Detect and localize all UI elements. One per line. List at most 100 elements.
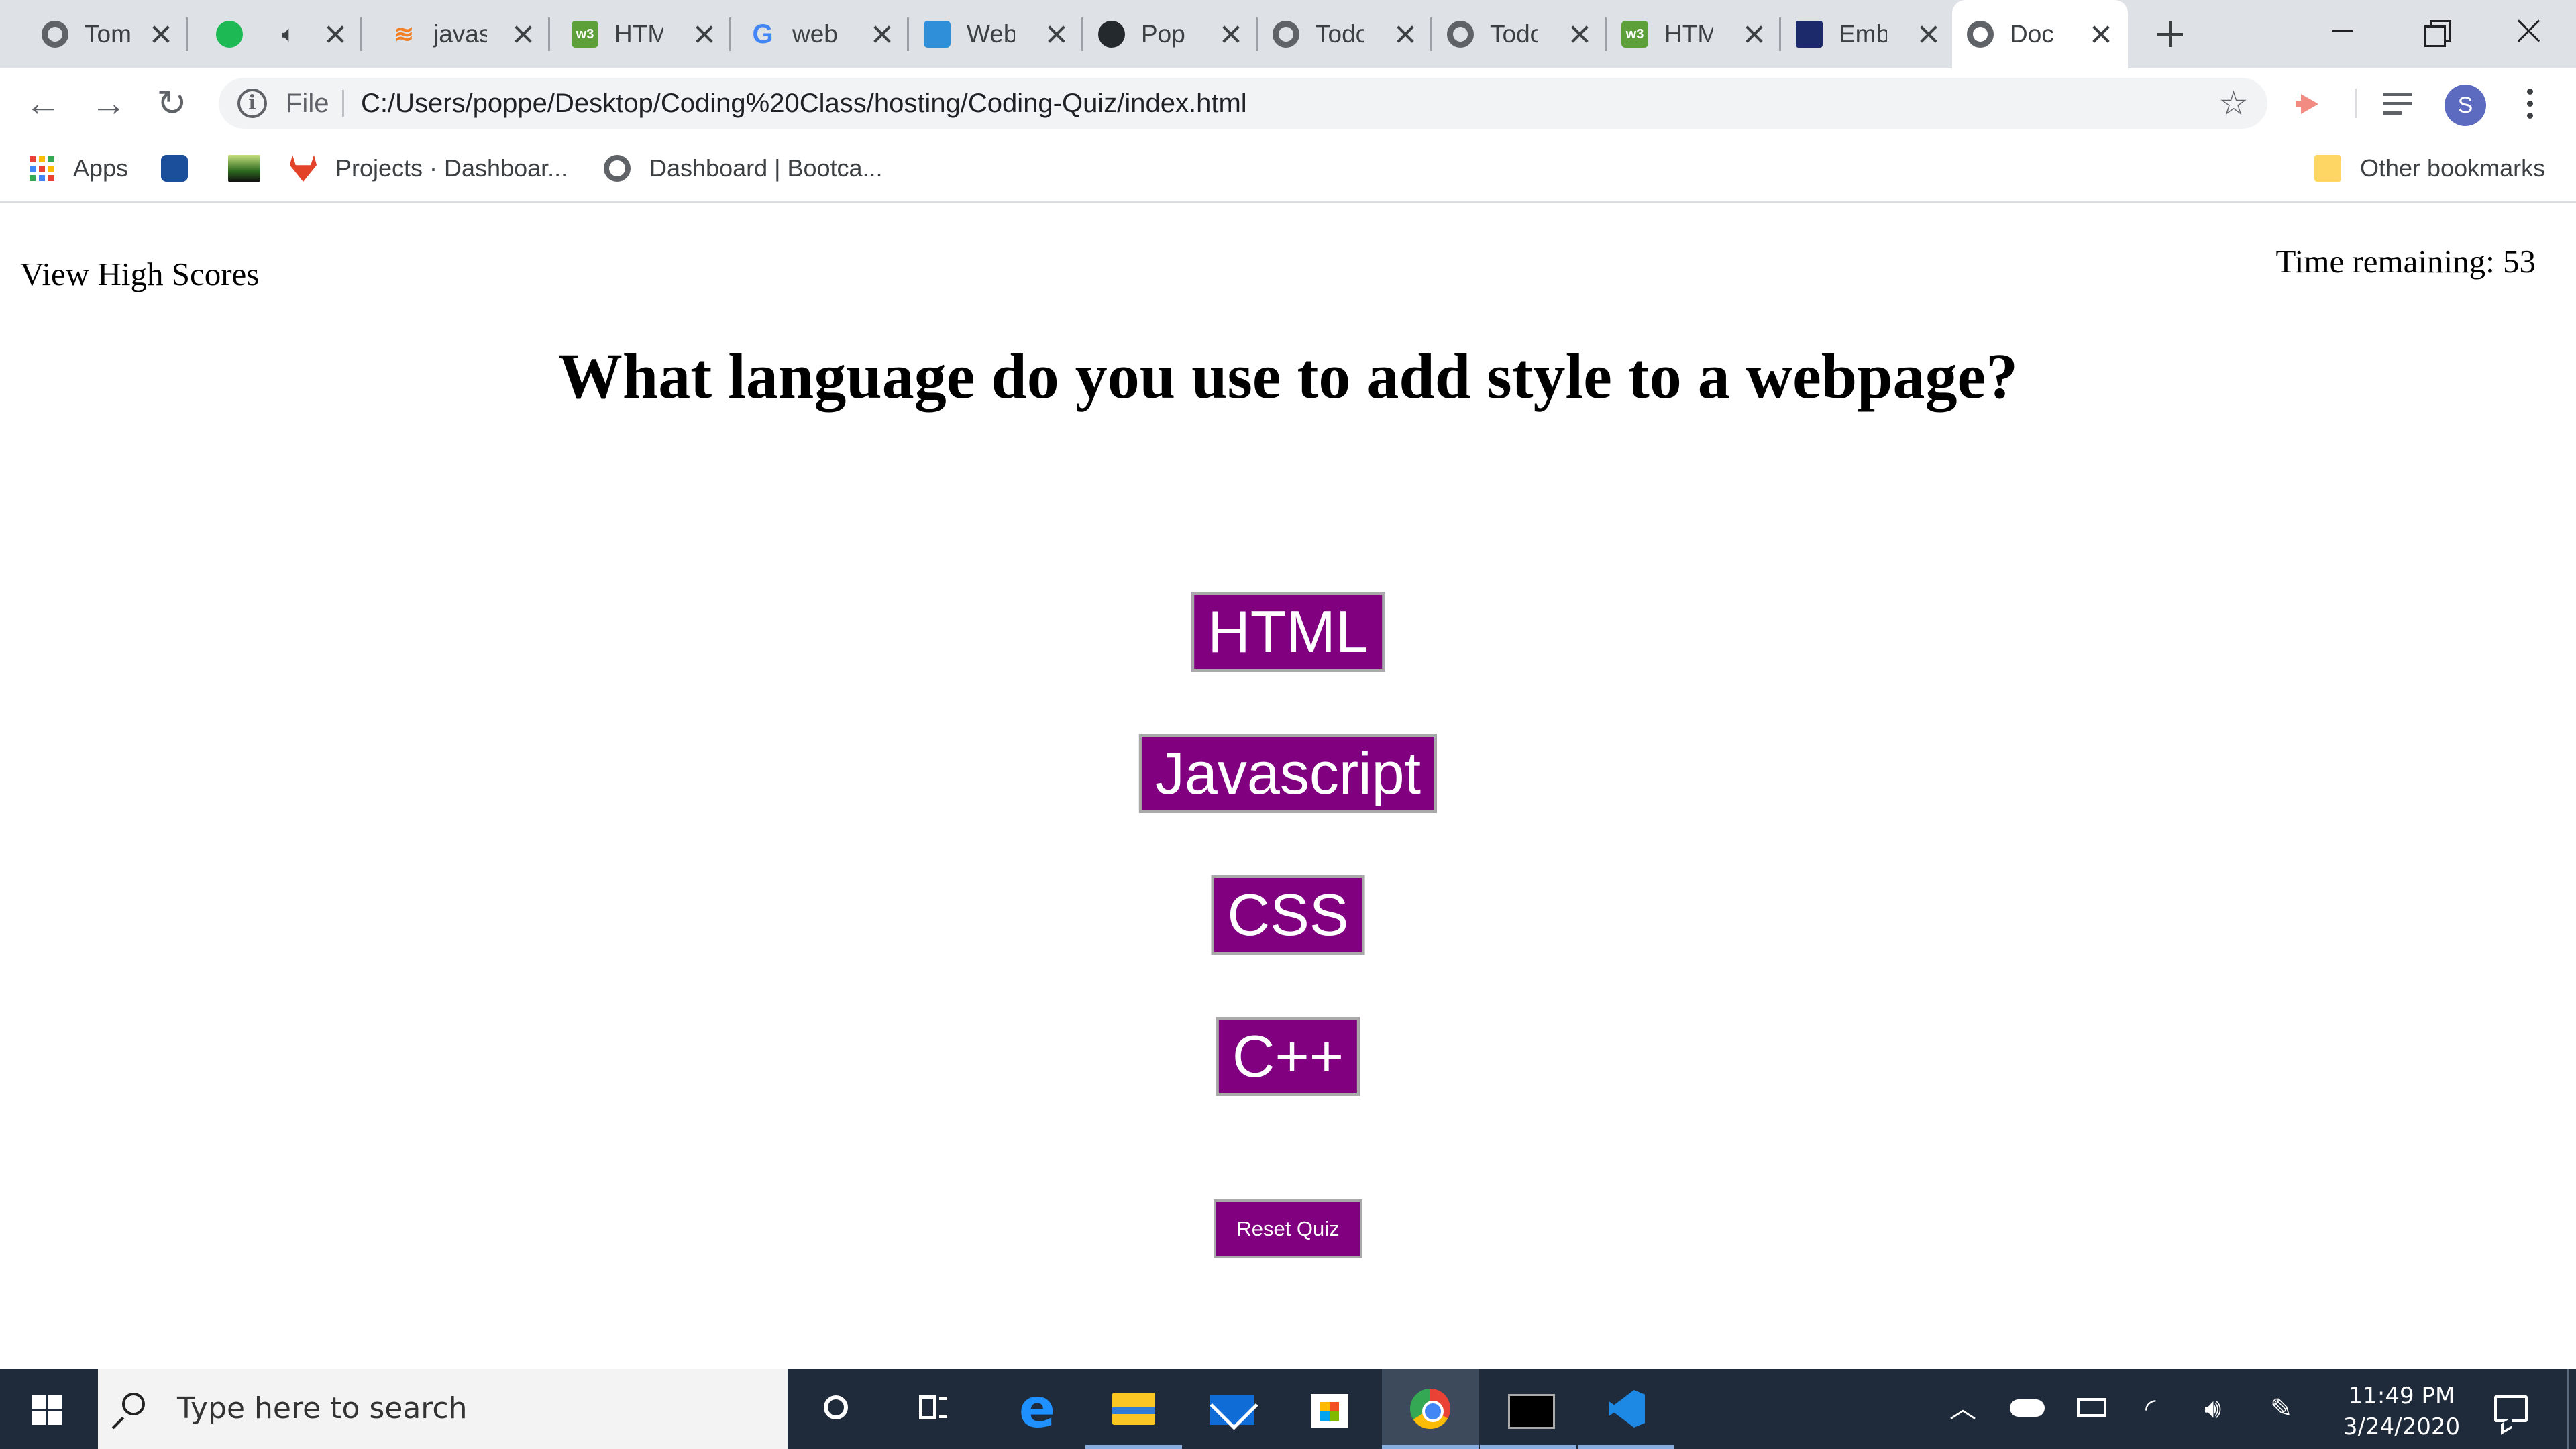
- apps-grid-icon: [30, 156, 54, 181]
- search-icon: [122, 1393, 145, 1415]
- url-text[interactable]: C:/Users/poppe/Desktop/Coding%20Class/ho…: [361, 78, 1247, 129]
- globe-icon: [1273, 21, 1299, 48]
- speaker-icon[interactable]: 🔈︎: [282, 21, 295, 48]
- github-icon: [1098, 21, 1125, 48]
- gitlab-icon: [290, 155, 317, 182]
- bookmark-star-icon[interactable]: ☆: [2218, 86, 2249, 121]
- answer-button-css[interactable]: CSS: [1211, 875, 1365, 955]
- stackoverflow-icon: ≋: [393, 20, 415, 48]
- browser-tab[interactable]: Emb: [1781, 0, 1955, 68]
- volume-icon[interactable]: 🔊︎: [2204, 1368, 2221, 1449]
- close-tab-icon[interactable]: [323, 22, 347, 46]
- cortana-icon[interactable]: [789, 1368, 885, 1449]
- close-window-button[interactable]: [2482, 0, 2576, 60]
- w3schools-icon: w3: [572, 21, 598, 48]
- browser-tab-active[interactable]: Doc: [1952, 0, 2128, 68]
- globe-icon: [42, 21, 68, 48]
- bookmark-item[interactable]: Projects · Dashboar...: [290, 138, 568, 199]
- browser-tab[interactable]: Todo: [1432, 0, 1607, 68]
- browser-tab[interactable]: Web: [909, 0, 1083, 68]
- edge-icon[interactable]: e: [989, 1368, 1085, 1449]
- browser-tab[interactable]: Pop: [1083, 0, 1258, 68]
- clock-time: 11:49 PM: [2348, 1383, 2455, 1409]
- taskbar-search-box[interactable]: Type here to search: [98, 1368, 788, 1449]
- onedrive-icon[interactable]: [2010, 1368, 2047, 1449]
- info-icon[interactable]: i: [237, 89, 267, 118]
- chevron-up-icon[interactable]: ︿: [1949, 1368, 1976, 1449]
- close-tab-icon[interactable]: [1393, 22, 1417, 46]
- taskbar-clock[interactable]: 11:49 PM 3/24/2020: [2334, 1381, 2469, 1442]
- folder-icon: [2314, 155, 2341, 182]
- task-view-icon[interactable]: [885, 1368, 982, 1449]
- terminal-icon[interactable]: [1480, 1368, 1576, 1449]
- media-controls-icon[interactable]: [2383, 87, 2420, 121]
- close-tab-icon[interactable]: [1917, 22, 1941, 46]
- close-tab-icon[interactable]: [1568, 22, 1592, 46]
- close-tab-icon[interactable]: [870, 22, 894, 46]
- view-high-scores-link[interactable]: View High Scores: [20, 255, 259, 293]
- tab-title: Emb: [1839, 20, 1887, 48]
- spotify-icon: [216, 21, 243, 48]
- browser-tab[interactable]: ≋ javas: [376, 0, 550, 68]
- browser-tab[interactable]: w3 HTM: [557, 0, 731, 68]
- tab-title: Todo: [1316, 20, 1364, 48]
- browser-tab[interactable]: w3 HTM: [1607, 0, 1781, 68]
- answer-button-cpp[interactable]: C++: [1216, 1017, 1360, 1096]
- tab-title: HTM: [614, 20, 663, 48]
- extension-icon[interactable]: [2294, 87, 2332, 121]
- reload-button[interactable]: ↻: [152, 83, 192, 123]
- globe-icon: [604, 155, 631, 182]
- bookmarks-bar: Apps Projects · Dashboar... Dashboard | …: [0, 138, 2576, 203]
- back-button[interactable]: ←: [23, 83, 63, 123]
- address-bar[interactable]: i File C:/Users/poppe/Desktop/Coding%20C…: [219, 78, 2267, 129]
- notifications-icon[interactable]: [2494, 1395, 2528, 1422]
- bookmark-apps[interactable]: Apps: [30, 138, 128, 199]
- forward-button[interactable]: →: [89, 83, 129, 123]
- answer-button-javascript[interactable]: Javascript: [1138, 734, 1438, 813]
- close-tab-icon[interactable]: [2089, 22, 2113, 46]
- bookmark-item[interactable]: [228, 138, 279, 199]
- question-text: What language do you use to add style to…: [557, 340, 2019, 412]
- profile-avatar[interactable]: S: [2445, 85, 2486, 126]
- chrome-icon[interactable]: [1382, 1368, 1479, 1449]
- tab-title: HTM: [1664, 20, 1713, 48]
- restore-button[interactable]: [2391, 0, 2485, 60]
- browser-tab[interactable]: Todo: [1258, 0, 1432, 68]
- vscode-icon[interactable]: [1578, 1368, 1674, 1449]
- start-button[interactable]: [0, 1368, 97, 1449]
- bookmark-item[interactable]: [161, 138, 207, 199]
- wifi-icon[interactable]: ◜: [2145, 1368, 2156, 1449]
- emb-icon: [1796, 21, 1823, 48]
- new-tab-button[interactable]: [2153, 17, 2187, 51]
- mail-icon[interactable]: [1183, 1368, 1280, 1449]
- time-remaining: Time remaining: 53: [2275, 243, 2536, 280]
- close-tab-icon[interactable]: [1219, 22, 1243, 46]
- close-tab-icon[interactable]: [511, 22, 535, 46]
- globe-icon: [1967, 21, 1994, 48]
- file-explorer-icon[interactable]: [1085, 1368, 1182, 1449]
- web-icon: [924, 21, 951, 48]
- close-tab-icon[interactable]: [1742, 22, 1766, 46]
- close-tab-icon[interactable]: [149, 22, 173, 46]
- minimize-button[interactable]: [2297, 0, 2391, 60]
- menu-icon[interactable]: [2525, 87, 2534, 121]
- close-tab-icon[interactable]: [692, 22, 716, 46]
- browser-tab[interactable]: G web: [735, 0, 909, 68]
- bookmark-label: Apps: [73, 154, 129, 182]
- tab-title: Pop: [1141, 20, 1185, 48]
- clock-date: 3/24/2020: [2343, 1413, 2461, 1440]
- show-desktop-button[interactable]: [2567, 1368, 2569, 1449]
- gradient-icon: [228, 155, 260, 182]
- answer-button-html[interactable]: HTML: [1191, 592, 1385, 672]
- other-bookmarks[interactable]: Other bookmarks: [2314, 138, 2545, 199]
- site-logo-icon: [161, 155, 188, 182]
- pen-icon[interactable]: ✎: [2270, 1368, 2293, 1449]
- battery-icon[interactable]: [2074, 1368, 2112, 1449]
- store-icon[interactable]: [1281, 1368, 1378, 1449]
- reset-quiz-button[interactable]: Reset Quiz: [1214, 1199, 1362, 1258]
- bookmark-item[interactable]: Dashboard | Bootca...: [604, 138, 883, 199]
- close-tab-icon[interactable]: [1044, 22, 1069, 46]
- browser-tab[interactable]: 🔈︎: [201, 0, 362, 68]
- windows-taskbar: Type here to search e ︿ ◜ 🔊︎ ✎ 11:49 PM …: [0, 1368, 2576, 1449]
- browser-tab[interactable]: Tom: [27, 0, 188, 68]
